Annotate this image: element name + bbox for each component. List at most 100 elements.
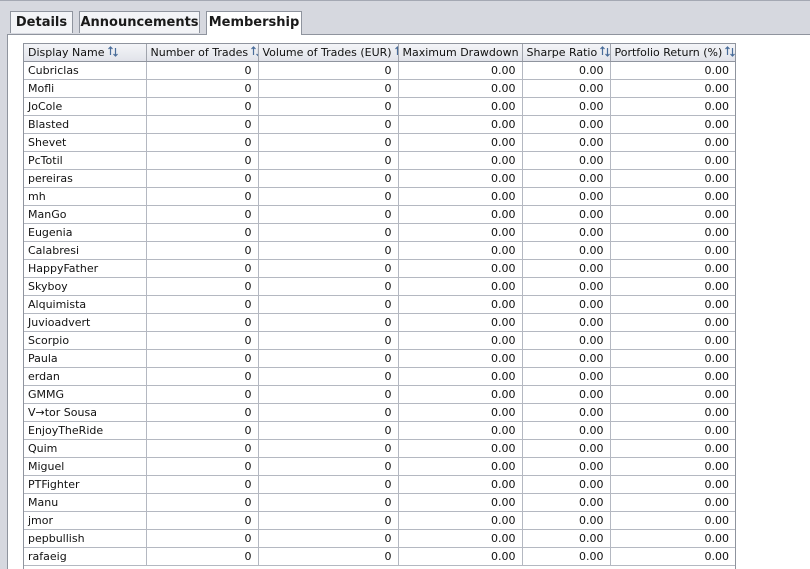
- tab-membership[interactable]: Membership: [206, 11, 302, 35]
- cell-number-of-trades: 0: [146, 439, 259, 458]
- table-row[interactable]: Calabresi 0 0 0.00 0.00 0.00: [24, 241, 735, 260]
- cell-portfolio-return: 0.00: [610, 115, 735, 134]
- cell-number-of-trades: 0: [146, 403, 259, 422]
- cell-portfolio-return: 0.00: [610, 313, 735, 332]
- cell-maximum-drawdown: 0.00: [398, 151, 523, 170]
- cell-maximum-drawdown: 0.00: [398, 187, 523, 206]
- member-name-cell: Calabresi: [24, 241, 147, 260]
- cell-portfolio-return: 0.00: [610, 349, 735, 368]
- cell-maximum-drawdown: 0.00: [398, 529, 523, 548]
- tab-details[interactable]: Details: [10, 11, 73, 33]
- sort-arrows-icon[interactable]: [394, 46, 398, 57]
- cell-maximum-drawdown: 0.00: [398, 79, 523, 98]
- cell-sharpe-ratio: 0.00: [522, 259, 611, 278]
- cell-sharpe-ratio: 0.00: [522, 205, 611, 224]
- cell-maximum-drawdown: 0.00: [398, 457, 523, 476]
- table-row[interactable]: Manu 0 0 0.00 0.00 0.00: [24, 493, 735, 512]
- cell-number-of-trades: 0: [146, 277, 259, 296]
- member-name-cell: Cubriclas: [24, 61, 147, 80]
- cell-maximum-drawdown: 0.00: [398, 115, 523, 134]
- cell-number-of-trades: 0: [146, 547, 259, 566]
- cell-volume-of-trades-eur: 0: [258, 493, 399, 512]
- cell-portfolio-return: 0.00: [610, 223, 735, 242]
- table-row[interactable]: Alquimista 0 0 0.00 0.00 0.00: [24, 295, 735, 314]
- cell-volume-of-trades-eur: 0: [258, 349, 399, 368]
- cell-sharpe-ratio: 0.00: [522, 187, 611, 206]
- table-row[interactable]: rafaeig 0 0 0.00 0.00 0.00: [24, 547, 735, 566]
- table-row[interactable]: ManGo 0 0 0.00 0.00 0.00: [24, 205, 735, 224]
- cell-portfolio-return: 0.00: [610, 295, 735, 314]
- table-row[interactable]: Blasted 0 0 0.00 0.00 0.00: [24, 115, 735, 134]
- table-row[interactable]: Paula 0 0 0.00 0.00 0.00: [24, 349, 735, 368]
- cell-portfolio-return: 0.00: [610, 169, 735, 188]
- table-row[interactable]: JoCole 0 0 0.00 0.00 0.00: [24, 97, 735, 116]
- table-row[interactable]: Skyboy 0 0 0.00 0.00 0.00: [24, 277, 735, 296]
- cell-volume-of-trades-eur: 0: [258, 385, 399, 404]
- sort-arrows-icon[interactable]: [600, 46, 610, 57]
- table-row[interactable]: jmor 0 0 0.00 0.00 0.00: [24, 511, 735, 530]
- table-row[interactable]: Scorpio 0 0 0.00 0.00 0.00: [24, 331, 735, 350]
- table-row[interactable]: Juvioadvert 0 0 0.00 0.00 0.00: [24, 313, 735, 332]
- cell-portfolio-return: 0.00: [610, 547, 735, 566]
- column-header-portfolio-return[interactable]: Portfolio Return (%): [610, 44, 735, 62]
- cell-volume-of-trades-eur: 0: [258, 331, 399, 350]
- cell-sharpe-ratio: 0.00: [522, 403, 611, 422]
- sort-arrows-icon[interactable]: [107, 46, 118, 57]
- column-header-maximum-drawdown[interactable]: Maximum Drawdown: [398, 44, 523, 62]
- cell-sharpe-ratio: 0.00: [522, 61, 611, 80]
- table-row[interactable]: pepbullish 0 0 0.00 0.00 0.00: [24, 529, 735, 548]
- cell-volume-of-trades-eur: 0: [258, 295, 399, 314]
- cell-maximum-drawdown: 0.00: [398, 421, 523, 440]
- cell-maximum-drawdown: 0.00: [398, 241, 523, 260]
- cell-portfolio-return: 0.00: [610, 61, 735, 80]
- cell-portfolio-return: 0.00: [610, 457, 735, 476]
- cell-portfolio-return: 0.00: [610, 367, 735, 386]
- cell-sharpe-ratio: 0.00: [522, 313, 611, 332]
- member-name-cell: rafaeig: [24, 547, 147, 566]
- sort-arrows-icon[interactable]: [725, 46, 735, 57]
- member-name-cell: Eugenia: [24, 223, 147, 242]
- table-header-row: Display Name Number of Trades Volume of Tr…: [24, 44, 735, 62]
- table-row[interactable]: PTFighter 0 0 0.00 0.00 0.00: [24, 475, 735, 494]
- column-header-volume-of-trades-eur[interactable]: Volume of Trades (EUR): [258, 44, 399, 62]
- cell-maximum-drawdown: 0.00: [398, 61, 523, 80]
- table-row[interactable]: PcTotil 0 0 0.00 0.00 0.00: [24, 151, 735, 170]
- table-row[interactable]: GMMG 0 0 0.00 0.00 0.00: [24, 385, 735, 404]
- column-header-label: Sharpe Ratio: [526, 46, 598, 59]
- column-header-display-name[interactable]: Display Name: [24, 44, 147, 62]
- column-header-sharpe-ratio[interactable]: Sharpe Ratio: [522, 44, 611, 62]
- cell-sharpe-ratio: 0.00: [522, 79, 611, 98]
- cell-volume-of-trades-eur: 0: [258, 367, 399, 386]
- cell-maximum-drawdown: 0.00: [398, 295, 523, 314]
- table-row[interactable]: Miguel 0 0 0.00 0.00 0.00: [24, 457, 735, 476]
- member-name-cell: Blasted: [24, 115, 147, 134]
- column-header-number-of-trades[interactable]: Number of Trades: [146, 44, 259, 62]
- column-header-label: Number of Trades: [150, 46, 249, 59]
- table-row[interactable]: Quim 0 0 0.00 0.00 0.00: [24, 439, 735, 458]
- table-row[interactable]: EnjoyTheRide 0 0 0.00 0.00 0.00: [24, 421, 735, 440]
- table-row[interactable]: HappyFather 0 0 0.00 0.00 0.00: [24, 259, 735, 278]
- cell-number-of-trades: 0: [146, 61, 259, 80]
- table-row[interactable]: erdan 0 0 0.00 0.00 0.00: [24, 367, 735, 386]
- cell-number-of-trades: 0: [146, 349, 259, 368]
- cell-maximum-drawdown: 0.00: [398, 205, 523, 224]
- member-name-cell: Quim: [24, 439, 147, 458]
- table-row[interactable]: Shevet 0 0 0.00 0.00 0.00: [24, 133, 735, 152]
- table-row[interactable]: pereiras 0 0 0.00 0.00 0.00: [24, 169, 735, 188]
- cell-volume-of-trades-eur: 0: [258, 133, 399, 152]
- tab-announcements[interactable]: Announcements: [79, 11, 200, 33]
- table-row[interactable]: mh 0 0 0.00 0.00 0.00: [24, 187, 735, 206]
- cell-volume-of-trades-eur: 0: [258, 241, 399, 260]
- cell-volume-of-trades-eur: 0: [258, 439, 399, 458]
- cell-maximum-drawdown: 0.00: [398, 511, 523, 530]
- table-row[interactable]: Cubriclas 0 0 0.00 0.00 0.00: [24, 61, 735, 80]
- table-row[interactable]: V→tor Sousa 0 0 0.00 0.00 0.00: [24, 403, 735, 422]
- cell-maximum-drawdown: 0.00: [398, 367, 523, 386]
- table-row[interactable]: Mofli 0 0 0.00 0.00 0.00: [24, 79, 735, 98]
- cell-maximum-drawdown: 0.00: [398, 259, 523, 278]
- cell-portfolio-return: 0.00: [610, 493, 735, 512]
- cell-maximum-drawdown: 0.00: [398, 169, 523, 188]
- sort-arrows-icon[interactable]: [251, 46, 258, 57]
- table-row[interactable]: Eugenia 0 0 0.00 0.00 0.00: [24, 223, 735, 242]
- cell-maximum-drawdown: 0.00: [398, 277, 523, 296]
